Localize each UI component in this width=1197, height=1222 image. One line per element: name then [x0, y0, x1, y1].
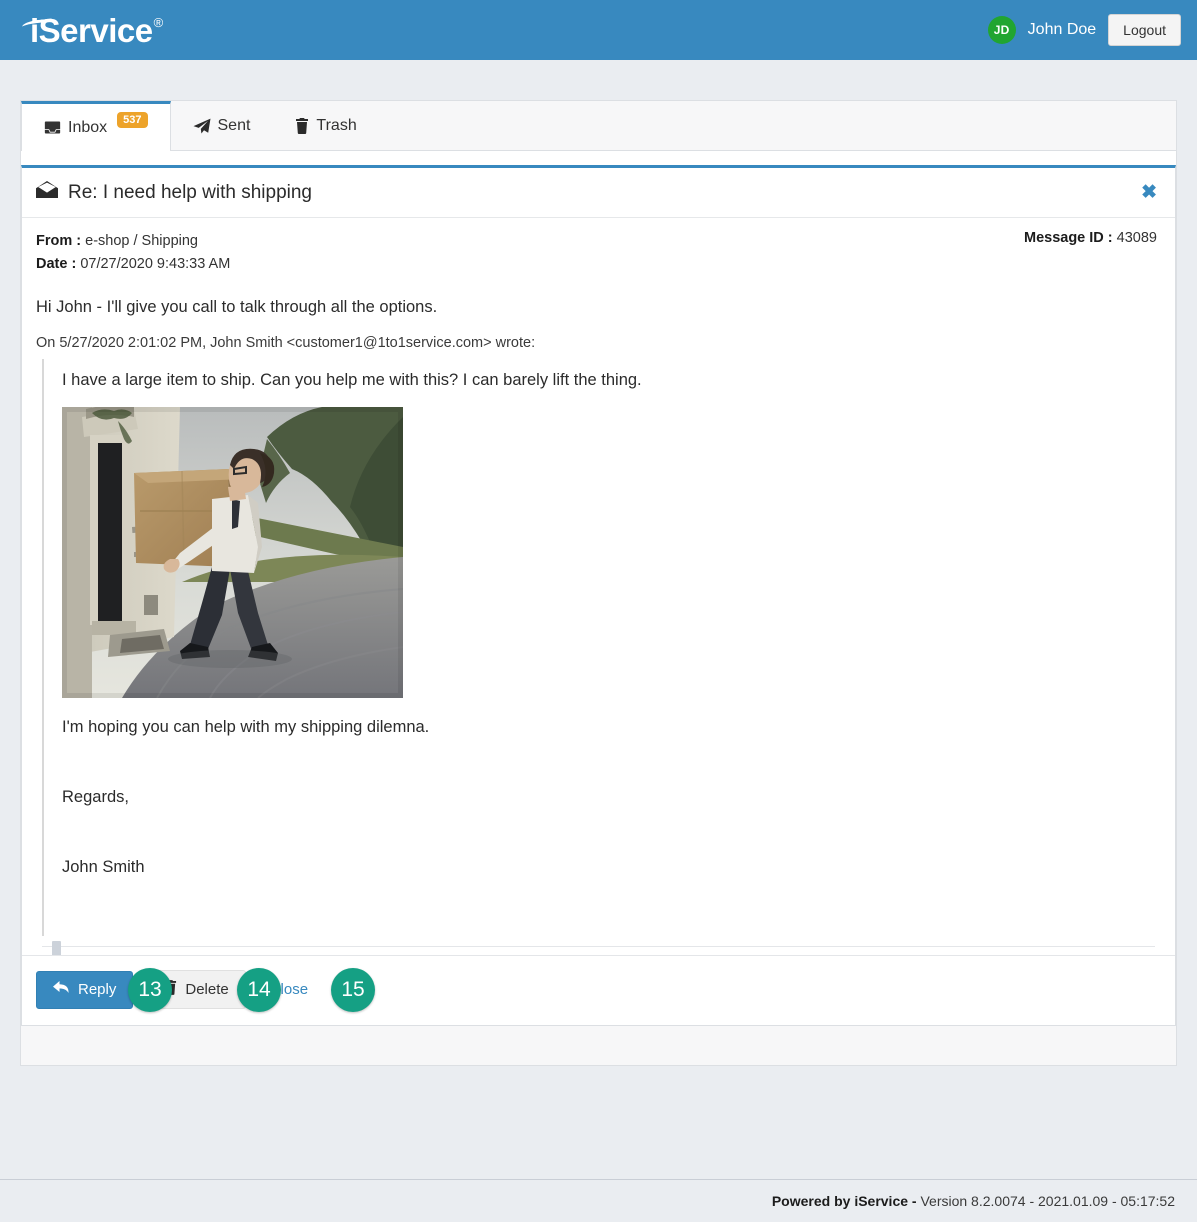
page-body: Inbox 537 Sent Trash Re: I need help wit… — [0, 60, 1197, 1067]
logout-button[interactable]: Logout — [1108, 14, 1181, 46]
tab-sent-label: Sent — [217, 116, 251, 134]
trash-icon — [295, 117, 309, 134]
date-value: 07/27/2020 9:43:33 AM — [80, 256, 231, 273]
close-x-icon[interactable]: ✖ — [1141, 183, 1157, 202]
date-label: Date : — [36, 256, 77, 273]
message-card: Re: I need help with shipping ✖ From : e… — [21, 165, 1176, 1027]
user-area: JD John Doe Logout — [987, 14, 1181, 46]
message-meta: From : e-shop / Shipping Date : 07/27/20… — [22, 218, 1175, 282]
from-value: e-shop / Shipping — [85, 233, 198, 249]
quoted-line-2: I'm hoping you can help with my shipping… — [62, 718, 430, 737]
inbox-unread-badge: 537 — [117, 111, 148, 128]
inbox-icon — [44, 120, 61, 135]
message-title-row: Re: I need help with shipping ✖ — [22, 168, 1175, 218]
mail-panel: Inbox 537 Sent Trash Re: I need help wit… — [20, 100, 1177, 1027]
message-id-row: Message ID : 43089 — [1024, 230, 1157, 246]
delete-button-label: Delete — [185, 981, 229, 999]
paper-plane-icon — [193, 118, 211, 134]
quoted-line-4: John Smith — [62, 858, 145, 877]
from-row: From : e-shop / Shipping — [36, 230, 230, 253]
tab-sent[interactable]: Sent — [171, 101, 274, 150]
step-badge-14: 14 — [237, 968, 281, 1013]
app-logo: iService ® — [21, 14, 164, 47]
quoted-line-3: Regards, — [62, 788, 129, 807]
footer-powered-by: Powered by iService - — [771, 1193, 917, 1209]
quote-header: On 5/27/2020 2:01:02 PM, John Smith <cus… — [36, 335, 536, 352]
message-subject: Re: I need help with shipping — [68, 181, 312, 203]
from-label: From : — [36, 233, 82, 249]
avatar: JD — [987, 16, 1016, 44]
step-badge-13: 13 — [128, 968, 172, 1013]
message-actions: Reply Delete Close 13 14 15 — [22, 955, 1175, 1026]
panel-footer — [20, 1026, 1177, 1067]
reply-arrow-icon — [53, 980, 70, 999]
quoted-message: I have a large item to ship. Can you hel… — [42, 359, 1157, 937]
quote-spacer-2 — [62, 818, 1157, 856]
tab-inbox-label: Inbox — [68, 118, 108, 136]
reply-button[interactable]: Reply — [36, 970, 134, 1009]
scrollbar-thumb[interactable] — [52, 941, 61, 957]
mailbox-tabs: Inbox 537 Sent Trash — [21, 101, 1176, 151]
tab-inbox[interactable]: Inbox 537 — [21, 101, 171, 151]
quote-spacer-3 — [62, 888, 1157, 926]
reply-button-label: Reply — [78, 981, 117, 999]
date-row: Date : 07/27/2020 9:43:33 AM — [36, 253, 230, 276]
footer-version: Version 8.2.0074 - 2021.01.09 - 05:17:52 — [920, 1193, 1175, 1209]
man-carrying-box-illustration — [62, 407, 403, 699]
quoted-horizontal-scrollbar[interactable] — [42, 941, 1155, 957]
quote-spacer-1 — [62, 748, 1157, 786]
quoted-line-1: I have a large item to ship. Can you hel… — [62, 371, 642, 390]
tab-trash[interactable]: Trash — [273, 101, 379, 150]
open-envelope-icon — [36, 181, 58, 204]
message-id-label: Message ID : — [1023, 230, 1113, 246]
page-footer: Powered by iService - Version 8.2.0074 -… — [0, 1179, 1197, 1222]
step-badge-15: 15 — [331, 968, 375, 1013]
user-name: John Doe — [1027, 21, 1097, 38]
message-id-value: 43089 — [1116, 230, 1157, 246]
app-header: iService ® JD John Doe Logout — [0, 0, 1197, 60]
brand-trademark: ® — [153, 14, 164, 30]
tab-trash-label: Trash — [316, 116, 357, 134]
message-reply-body: Hi John - I'll give you call to talk thr… — [36, 298, 438, 317]
message-meta-left: From : e-shop / Shipping Date : 07/27/20… — [36, 230, 230, 276]
quoted-image — [62, 407, 403, 699]
message-title: Re: I need help with shipping — [36, 181, 312, 204]
